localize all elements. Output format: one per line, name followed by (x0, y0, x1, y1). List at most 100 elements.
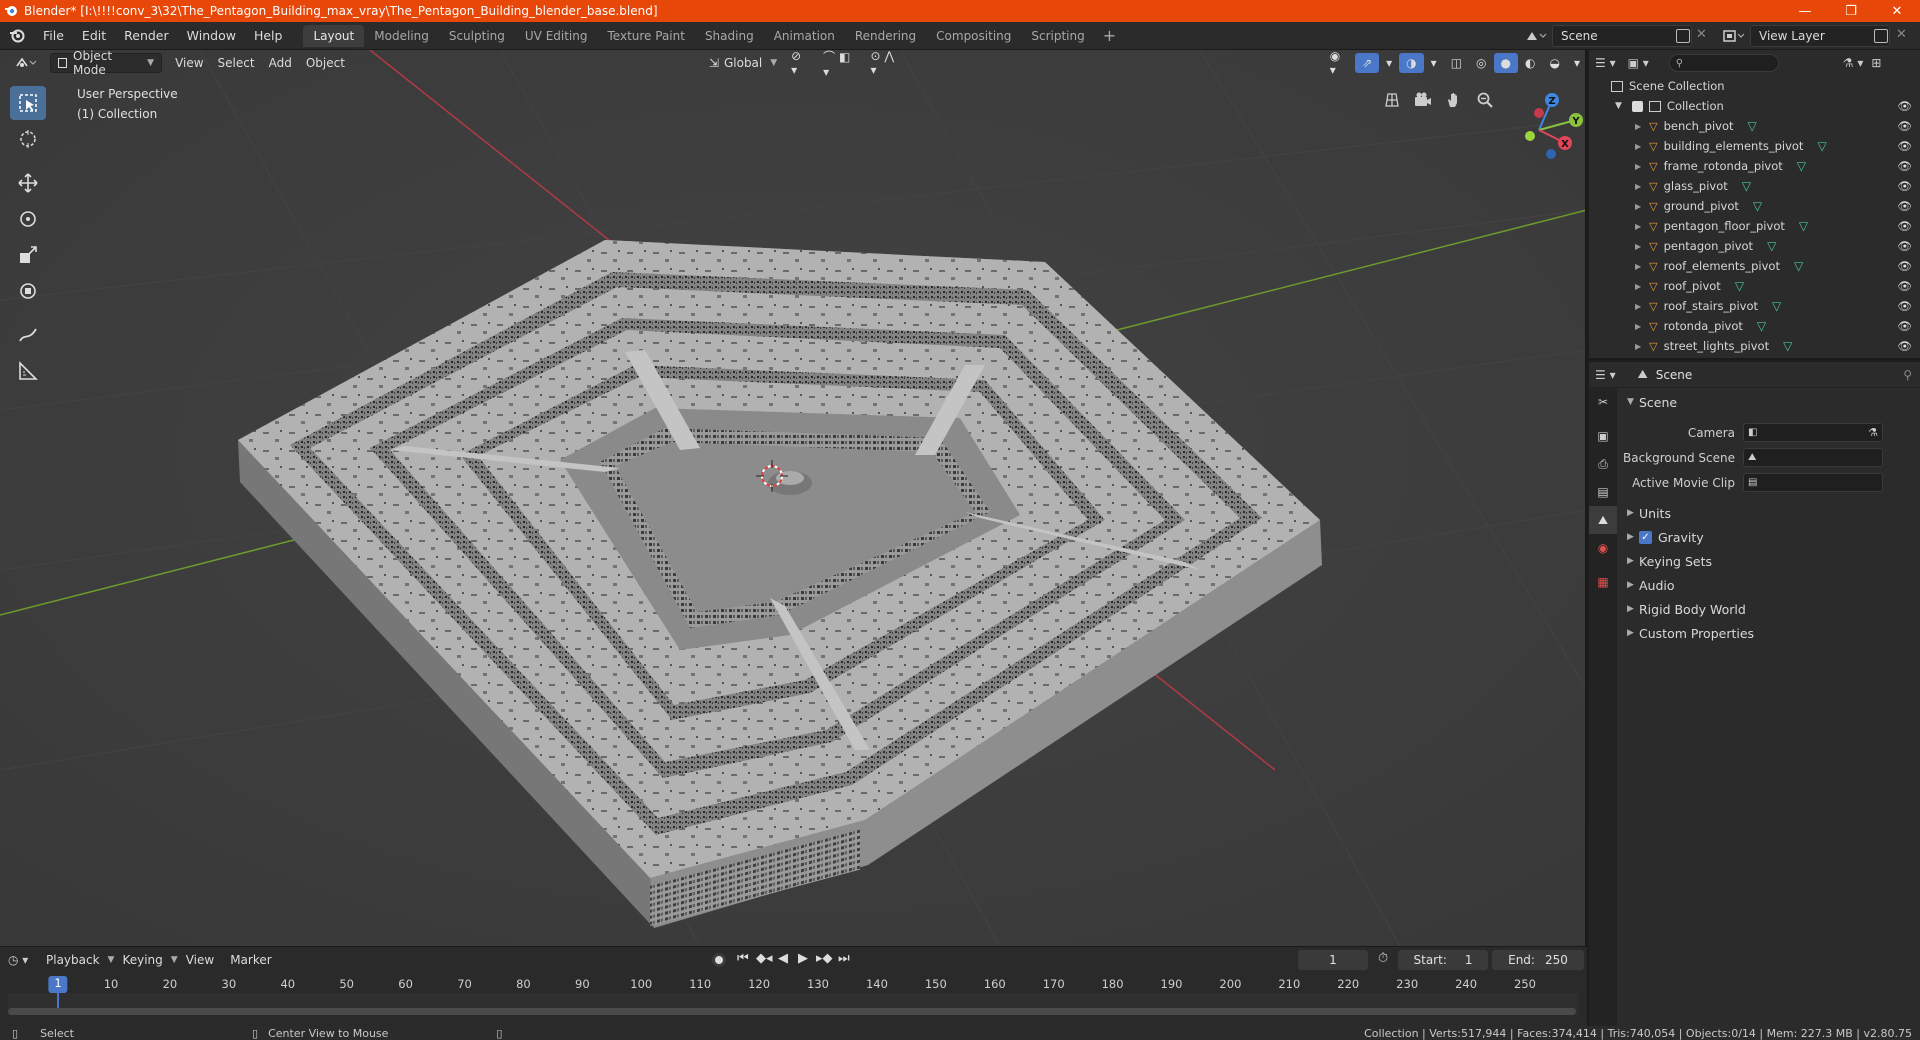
output-tab-icon[interactable]: ⎙ (1589, 450, 1617, 478)
menu-keying[interactable]: Keying (114, 953, 170, 967)
pan-hand-icon[interactable] (1440, 86, 1468, 114)
editor-type-icon[interactable] (8, 53, 44, 73)
transform-orientation-dropdown[interactable]: ⇲ Global ▼ (702, 53, 784, 73)
outliner-object-row[interactable]: ▶ ▽ frame_rotonda_pivot ▽ 👁 (1589, 156, 1920, 176)
snap-icon[interactable]: ⌒ ◧ ▾ (816, 50, 863, 79)
expand-arrow-icon[interactable]: ▶ (1635, 342, 1641, 351)
keying-sets-panel-header[interactable]: ▶ Keying Sets (1619, 549, 1918, 573)
exclude-checkbox[interactable] (1631, 100, 1643, 112)
eye-icon[interactable]: 👁 (1897, 319, 1912, 333)
transform-tool-icon[interactable] (10, 274, 46, 308)
viewport-scene[interactable] (0, 50, 1587, 946)
outliner-object-row[interactable]: ▶ ▽ glass_pivot ▽ 👁 (1589, 176, 1920, 196)
eye-icon[interactable]: 👁 (1897, 119, 1912, 133)
expand-arrow-icon[interactable]: ▶ (1635, 202, 1641, 211)
tab-uv-editing[interactable]: UV Editing (515, 25, 598, 47)
menu-render[interactable]: Render (115, 22, 178, 50)
select-box-tool-icon[interactable] (10, 86, 46, 120)
minimize-button[interactable]: — (1782, 0, 1828, 22)
background-scene-field[interactable]: ⛰ (1743, 448, 1883, 467)
play-reverse-icon[interactable]: ◀ (778, 951, 788, 966)
menu-marker[interactable]: Marker (222, 953, 279, 967)
proportional-editing-icon[interactable]: ⊙ ⋀ ▾ (864, 50, 908, 77)
tab-texture-paint[interactable]: Texture Paint (598, 25, 695, 47)
tab-scripting[interactable]: Scripting (1021, 25, 1094, 47)
world-tab-icon[interactable]: ◉ (1589, 534, 1617, 562)
eye-icon[interactable]: 👁 (1897, 139, 1912, 153)
rigid-body-world-panel-header[interactable]: ▶ Rigid Body World (1619, 597, 1918, 621)
rendered-shading-icon[interactable]: ◒ (1542, 53, 1566, 73)
solid-shading-icon[interactable]: ● (1493, 53, 1518, 73)
camera-view-icon[interactable] (1409, 86, 1437, 114)
stopwatch-icon[interactable]: ⏱ (1378, 951, 1388, 966)
properties-editor-type-icon[interactable]: ☰ ▾ (1595, 368, 1616, 382)
outliner-object-row[interactable]: ▶ ▽ street_lights_pivot ▽ 👁 (1589, 336, 1920, 356)
jump-start-icon[interactable]: ⏮ (737, 951, 749, 966)
units-panel-header[interactable]: ▶ Units (1619, 501, 1918, 525)
start-frame-field[interactable]: Start: 1 (1398, 950, 1488, 970)
timeline-ruler[interactable]: 1 10 20 30 40 50 60 70 80 90 100 110 120 130 140 150 160… (0, 975, 1587, 993)
cursor-tool-icon[interactable] (10, 122, 46, 156)
menu-edit[interactable]: Edit (73, 22, 115, 50)
eye-icon[interactable]: 👁 (1897, 299, 1912, 313)
scene-panel-header[interactable]: ▼ Scene (1619, 390, 1918, 414)
tool-tab-icon[interactable]: ✂ (1589, 388, 1617, 416)
overlays-dropdown-icon[interactable]: ▾ (1424, 53, 1444, 73)
tab-layout[interactable]: Layout (303, 24, 365, 47)
expand-arrow-icon[interactable]: ▶ (1635, 242, 1641, 251)
current-frame-marker[interactable]: 1 (48, 976, 68, 993)
view-layer-tab-icon[interactable]: ▤ (1589, 478, 1617, 506)
expand-arrow-icon[interactable]: ▶ (1635, 222, 1641, 231)
play-icon[interactable]: ▶ (798, 951, 808, 966)
eye-icon[interactable]: 👁 (1897, 219, 1912, 233)
active-movie-clip-field[interactable]: ▤ (1743, 473, 1883, 492)
xray-toggle-icon[interactable]: ◫ (1444, 53, 1469, 73)
gizmo-toggle-icon[interactable]: ⇗ (1355, 53, 1380, 73)
delete-scene-icon[interactable]: ✕ (1696, 27, 1707, 42)
outliner-object-row[interactable]: ▶ ▽ ground_pivot ▽ 👁 (1589, 196, 1920, 216)
outliner-object-row[interactable]: ▶ ▽ roof_pivot ▽ 👁 (1589, 276, 1920, 296)
new-collection-icon[interactable]: ⊞ (1871, 56, 1881, 70)
material-shading-icon[interactable]: ◐ (1518, 53, 1542, 73)
end-frame-field[interactable]: End: 250 (1492, 950, 1584, 970)
audio-panel-header[interactable]: ▶ Audio (1619, 573, 1918, 597)
menu-file[interactable]: File (34, 22, 73, 50)
pivot-point-icon[interactable]: ⊘ ▾ (784, 50, 816, 77)
record-icon[interactable] (712, 953, 726, 967)
rotate-tool-icon[interactable] (10, 202, 46, 236)
outliner-object-row[interactable]: ▶ ▽ building_elements_pivot ▽ 👁 (1589, 136, 1920, 156)
eye-icon[interactable]: 👁 (1897, 99, 1912, 113)
collection-row[interactable]: ▼ Collection 👁 (1589, 96, 1920, 116)
move-tool-icon[interactable] (10, 166, 46, 200)
scene-collection-row[interactable]: Scene Collection (1589, 76, 1920, 96)
measure-tool-icon[interactable] (10, 354, 46, 388)
blender-menu-icon[interactable] (0, 22, 34, 50)
texture-tab-icon[interactable]: ▦ (1589, 568, 1617, 596)
eye-icon[interactable]: 👁 (1897, 339, 1912, 353)
timeline-editor-type-icon[interactable]: ◷ ▾ (8, 953, 38, 967)
overlays-toggle-icon[interactable]: ◑ (1399, 53, 1424, 73)
tab-rendering[interactable]: Rendering (845, 25, 926, 47)
outliner-editor-type-icon[interactable]: ☰ ▾ (1595, 56, 1616, 70)
current-frame-field[interactable]: 1 (1298, 950, 1368, 970)
menu-timeline-view[interactable]: View (178, 953, 222, 967)
view-layer-type-icon[interactable] (1722, 28, 1746, 44)
menu-help[interactable]: Help (245, 22, 292, 50)
scale-tool-icon[interactable] (10, 238, 46, 272)
expand-arrow-icon[interactable]: ▶ (1635, 262, 1641, 271)
close-button[interactable]: ✕ (1874, 0, 1920, 22)
expand-arrow-icon[interactable]: ▼ (1615, 101, 1622, 111)
grid-view-icon[interactable] (1378, 86, 1406, 114)
next-keyframe-icon[interactable]: ▸◆ (816, 951, 833, 966)
expand-arrow-icon[interactable]: ▶ (1635, 122, 1641, 131)
expand-arrow-icon[interactable]: ▶ (1635, 182, 1641, 191)
tab-compositing[interactable]: Compositing (926, 25, 1021, 47)
timeline-scrollbar[interactable] (8, 1008, 1576, 1015)
eyedropper-icon[interactable]: ⚗ (1868, 426, 1878, 439)
scene-tab-icon[interactable]: ⛰ (1589, 506, 1617, 534)
object-mode-dropdown[interactable]: Object Mode ▼ (50, 50, 163, 77)
outliner-object-row[interactable]: ▶ ▽ pentagon_pivot ▽ 👁 (1589, 236, 1920, 256)
outliner-search-input[interactable]: ⚲ (1668, 54, 1779, 72)
menu-object[interactable]: Object (299, 53, 352, 73)
outliner-object-row[interactable]: ▶ ▽ roof_stairs_pivot ▽ 👁 (1589, 296, 1920, 316)
